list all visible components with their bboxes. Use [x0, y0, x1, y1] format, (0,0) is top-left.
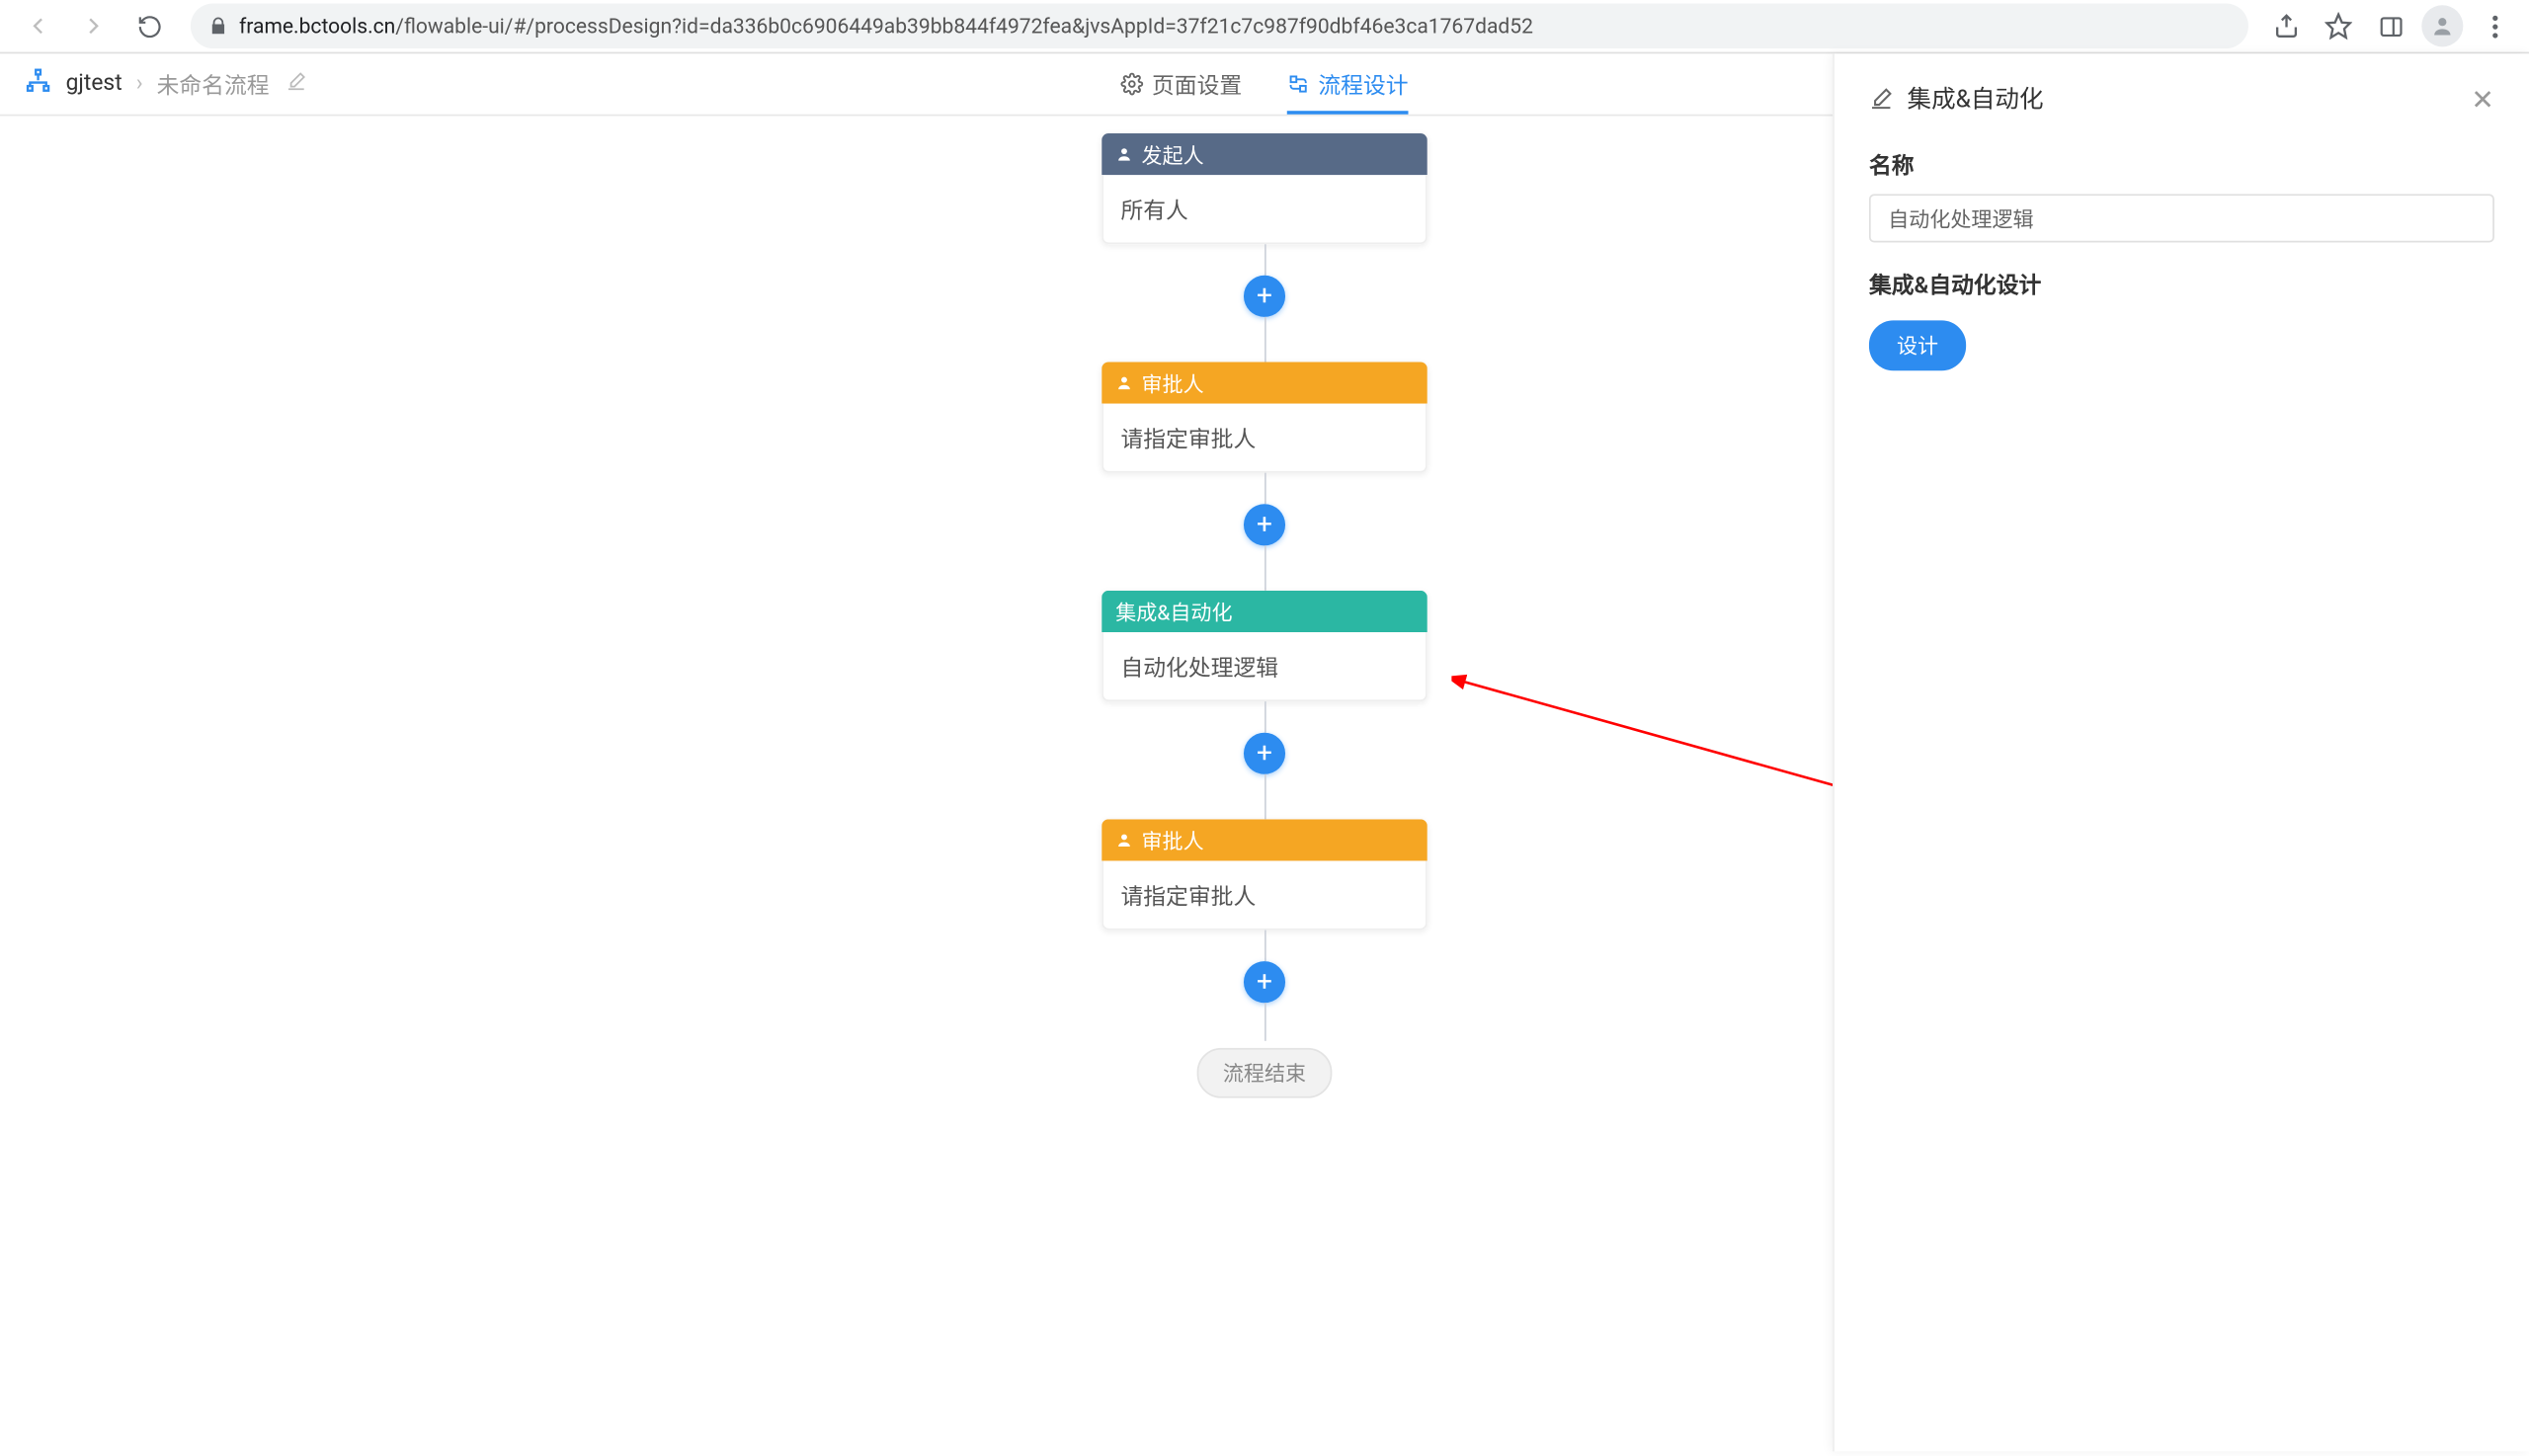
- node-automation[interactable]: 集成&自动化 自动化处理逻辑: [1101, 591, 1428, 701]
- back-button[interactable]: [14, 2, 62, 50]
- breadcrumb-app[interactable]: gjtest: [66, 71, 122, 97]
- node-body: 所有人: [1101, 175, 1428, 244]
- breadcrumb-separator: ›: [136, 71, 143, 97]
- tab-label: 流程设计: [1318, 67, 1408, 100]
- node-title: 审批人: [1142, 368, 1204, 398]
- panel-title-text: 集成&自动化: [1908, 81, 2044, 116]
- gear-icon: [1120, 73, 1143, 96]
- panel-close-button[interactable]: ✕: [2471, 82, 2494, 115]
- tab-process-design[interactable]: 流程设计: [1287, 53, 1409, 114]
- person-icon: [1115, 145, 1133, 163]
- node-approver-1[interactable]: 审批人 请指定审批人: [1101, 362, 1428, 472]
- menu-icon[interactable]: [2474, 5, 2515, 46]
- lock-icon: [207, 16, 228, 37]
- person-icon: [1115, 832, 1133, 849]
- node-body: 自动化处理逻辑: [1101, 632, 1428, 701]
- edit-name-icon[interactable]: [286, 70, 307, 98]
- node-header: 集成&自动化: [1101, 591, 1428, 632]
- node-body: 请指定审批人: [1101, 860, 1428, 930]
- design-button[interactable]: 设计: [1869, 320, 1966, 370]
- node-initiator[interactable]: 发起人 所有人: [1101, 133, 1428, 244]
- star-icon[interactable]: [2318, 5, 2359, 46]
- person-icon: [1115, 374, 1133, 392]
- chrome-actions: [2265, 5, 2514, 46]
- properties-panel: 集成&自动化 ✕ 名称 集成&自动化设计 设计: [1833, 53, 2529, 1451]
- add-node-button[interactable]: +: [1244, 961, 1285, 1003]
- panel-title: 集成&自动化: [1869, 81, 2044, 116]
- forward-button[interactable]: [69, 2, 118, 50]
- section-title: 集成&自动化设计: [1869, 267, 2494, 299]
- share-icon[interactable]: [2265, 5, 2307, 46]
- node-header: 审批人: [1101, 362, 1428, 403]
- add-node-button[interactable]: +: [1244, 276, 1285, 317]
- field-label-name: 名称: [1869, 147, 2494, 180]
- breadcrumb: gjtest › 未命名流程: [25, 67, 308, 102]
- panel-icon[interactable]: [2370, 5, 2411, 46]
- add-node-button[interactable]: +: [1244, 733, 1285, 774]
- address-bar[interactable]: frame.bctools.cn/flowable-ui/#/processDe…: [191, 4, 2248, 49]
- node-header: 发起人: [1101, 133, 1428, 175]
- add-node-button[interactable]: +: [1244, 504, 1285, 545]
- breadcrumb-flow: 未命名流程: [157, 67, 270, 100]
- tab-label: 页面设置: [1152, 67, 1242, 100]
- name-input[interactable]: [1869, 194, 2494, 242]
- tab-page-settings[interactable]: 页面设置: [1120, 53, 1242, 114]
- node-header: 审批人: [1101, 819, 1428, 860]
- browser-toolbar: frame.bctools.cn/flowable-ui/#/processDe…: [0, 0, 2529, 53]
- flow-icon: [1287, 73, 1310, 96]
- sitemap-icon: [25, 67, 52, 102]
- node-title: 集成&自动化: [1115, 597, 1232, 626]
- node-title: 审批人: [1142, 826, 1204, 855]
- node-body: 请指定审批人: [1101, 404, 1428, 473]
- profile-avatar[interactable]: [2421, 5, 2463, 46]
- flow-end: 流程结束: [1197, 1048, 1333, 1098]
- edit-icon: [1869, 87, 1894, 112]
- url-text: frame.bctools.cn/flowable-ui/#/processDe…: [239, 14, 2231, 39]
- node-title: 发起人: [1142, 139, 1204, 169]
- node-approver-2[interactable]: 审批人 请指定审批人: [1101, 819, 1428, 930]
- header-tabs: 页面设置 流程设计: [1120, 53, 1408, 114]
- reload-button[interactable]: [124, 2, 173, 50]
